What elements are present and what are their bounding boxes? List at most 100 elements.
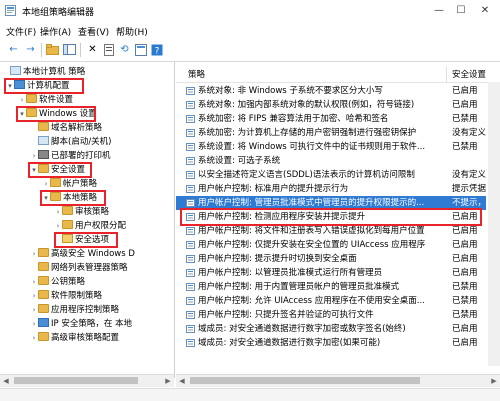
table-row[interactable]: 用户帐户控制: 检测应用程序安装并提示提升 已启用 (176, 210, 486, 224)
table-row[interactable]: 用户帐户控制: 只提升签名并验证的可执行文件 已禁用 (176, 308, 486, 322)
policy-setting-value: 已禁用 (452, 114, 478, 124)
table-row[interactable]: 系统设置: 将 Windows 可执行文件中的证书规则用于软件... 已禁用 (176, 140, 486, 154)
list-vertical-scrollbar[interactable] (488, 82, 500, 366)
table-row[interactable]: 用户帐户控制: 管理员批准模式中管理员的提升权限提示的... 不提示， (176, 196, 486, 210)
folder-icon (38, 276, 49, 285)
tree-item-computer-config[interactable]: ▾ 计算机配置 (6, 79, 70, 93)
tree-item-scripts[interactable]: 脚本(启动/关机) (30, 135, 112, 149)
folder-icon (62, 220, 73, 229)
properties-icon[interactable] (101, 42, 116, 57)
menu-action[interactable]: 操作(A) (40, 25, 71, 38)
table-row[interactable]: 用户帐户控制: 以管理员批准模式运行所有管理员 已启用 (176, 266, 486, 280)
minimize-button[interactable]: — (430, 3, 448, 18)
tree-item-app-control[interactable]: › 应用程序控制策略 (30, 303, 119, 317)
table-row[interactable]: 用户帐户控制: 用于内置管理员帐户的管理员批准模式 已禁用 (176, 280, 486, 294)
scroll-thumb[interactable] (14, 377, 138, 384)
chevron-right-icon[interactable]: › (18, 93, 26, 107)
policy-setting-icon (186, 325, 195, 333)
tree-item-software-restriction[interactable]: › 软件限制策略 (30, 289, 102, 303)
printer-icon (38, 150, 49, 159)
table-row[interactable]: 用户帐户控制: 标准用户的提升提示行为 提示凭据 (176, 182, 486, 196)
policy-setting-icon (186, 115, 195, 123)
tree-item-local-policies[interactable]: ▾ 本地策略 (42, 191, 97, 205)
tree-item-network-list-manager[interactable]: 网络列表管理器策略 (30, 261, 128, 275)
policy-setting-value: 不提示， (452, 198, 487, 208)
chevron-right-icon[interactable]: › (54, 205, 62, 219)
chevron-down-icon[interactable]: ▾ (42, 191, 50, 205)
tree-item-security-options[interactable]: 安全选项 (54, 233, 109, 247)
table-row[interactable]: 域成员: 对安全通道数据进行数字加密(如果可能) 已启用 (176, 336, 486, 350)
tree-item-public-key-policies[interactable]: › 公钥策略 (30, 275, 85, 289)
chevron-right-icon[interactable]: › (30, 247, 38, 261)
scroll-left-icon[interactable]: ◀ (0, 375, 12, 387)
table-row[interactable]: 系统加密: 将 FIPS 兼容算法用于加密、哈希和签名 已禁用 (176, 112, 486, 126)
scroll-right-icon[interactable]: ▶ (488, 375, 500, 387)
maximize-button[interactable]: ☐ (452, 3, 470, 18)
table-row[interactable]: 以安全描述符定义语言(SDDL)语法表示的计算机访问限制 没有定义 (176, 168, 486, 182)
tree-item-security-settings[interactable]: ▾ 安全设置 (30, 163, 85, 177)
tree-item-local-computer-policy[interactable]: 本地计算机 策略 (2, 65, 85, 79)
table-row[interactable]: 用户帐户控制: 提示提升时切换到安全桌面 已启用 (176, 252, 486, 266)
policy-setting-value: 提示凭据 (452, 184, 487, 194)
folder-icon (62, 206, 73, 215)
table-row[interactable]: 系统对象: 加强内部系统对象的默认权限(例如，符号链接) 已启用 (176, 98, 486, 112)
policy-setting-icon (186, 171, 195, 179)
chevron-right-icon[interactable]: › (30, 275, 38, 289)
policy-icon (10, 66, 21, 75)
tree-item-advanced-audit[interactable]: › 高级审核策略配置 (30, 331, 119, 345)
table-row[interactable]: 域成员: 对安全通道数据进行数字加密或数字签名(始终) 已启用 (176, 322, 486, 336)
table-row[interactable]: 用户帐户控制: 仅提升安装在安全位置的 UIAccess 应用程序 已启用 (176, 238, 486, 252)
tree-item-deployed-printers[interactable]: › 已部署的打印机 (30, 149, 111, 163)
tree-item-name-resolution-policy[interactable]: 域名解析策略 (30, 121, 102, 135)
table-row[interactable]: 用户帐户控制: 将文件和注册表写入错误虚拟化到每用户位置 已启用 (176, 224, 486, 238)
tree-item-account-policies[interactable]: › 帐户策略 (42, 177, 97, 191)
chevron-right-icon[interactable]: › (30, 303, 38, 317)
scroll-thumb[interactable] (190, 377, 420, 384)
scroll-right-icon[interactable]: ▶ (162, 375, 174, 387)
chevron-right-icon[interactable]: › (30, 289, 38, 303)
policy-name: 域成员: 对安全通道数据进行数字加密或数字签名(始终) (198, 324, 406, 334)
help-icon[interactable]: ? (149, 42, 164, 57)
chevron-right-icon[interactable]: › (30, 331, 38, 345)
chevron-right-icon[interactable]: › (30, 149, 38, 163)
tree-horizontal-scrollbar[interactable]: ◀ ▶ (0, 374, 174, 387)
column-divider[interactable] (446, 66, 447, 82)
policy-setting-value: 已启用 (452, 240, 478, 250)
policy-name: 系统加密: 为计算机上存储的用户密钥强制进行强密钥保护 (198, 128, 417, 138)
chevron-right-icon[interactable]: › (30, 317, 38, 331)
column-header-setting[interactable]: 安全设置 (452, 68, 486, 80)
table-row[interactable]: 系统设置: 可选子系统 (176, 154, 486, 168)
tree-item-windows-firewall[interactable]: › 高级安全 Windows D (30, 247, 135, 261)
table-row[interactable]: 系统加密: 为计算机上存储的用户密钥强制进行强密钥保护 没有定义 (176, 126, 486, 140)
folder-icon (38, 332, 49, 341)
column-header-policy[interactable]: 策略 (188, 68, 205, 80)
refresh-icon[interactable]: ⟲ (117, 42, 132, 57)
list-horizontal-scrollbar[interactable]: ◀ ▶ (176, 374, 500, 387)
chevron-down-icon[interactable]: ▾ (6, 79, 14, 93)
tree-item-user-rights[interactable]: › 用户权限分配 (54, 219, 126, 233)
tree-item-ip-security[interactable]: › IP 安全策略，在 本地 (30, 317, 132, 331)
tree-item-windows-settings[interactable]: ▾ Windows 设置 (18, 107, 97, 121)
chevron-down-icon[interactable]: ▾ (30, 163, 38, 177)
chevron-right-icon[interactable]: › (42, 177, 50, 191)
tree-item-software-settings[interactable]: › 软件设置 (18, 93, 73, 107)
menu-help[interactable]: 帮助(H) (116, 25, 148, 38)
show-hide-tree-icon[interactable] (62, 42, 77, 57)
table-row[interactable]: 用户帐户控制: 允许 UIAccess 应用程序在不使用安全桌面... 已禁用 (176, 294, 486, 308)
policy-setting-value: 已禁用 (452, 296, 478, 306)
scroll-left-icon[interactable]: ◀ (176, 375, 188, 387)
close-button[interactable]: ✕ (476, 3, 494, 18)
tree-item-audit-policy[interactable]: › 审核策略 (54, 205, 109, 219)
policy-name: 用户帐户控制: 管理员批准模式中管理员的提升权限提示的... (198, 198, 425, 208)
policy-name: 用户帐户控制: 用于内置管理员帐户的管理员批准模式 (198, 282, 400, 292)
chevron-down-icon[interactable]: ▾ (18, 107, 26, 121)
export-list-icon[interactable] (133, 42, 148, 57)
menu-view[interactable]: 查看(V) (78, 25, 109, 38)
chevron-right-icon[interactable]: › (54, 219, 62, 233)
menu-file[interactable]: 文件(F) (6, 25, 36, 38)
back-icon[interactable]: ← (6, 42, 21, 57)
forward-icon[interactable]: → (23, 42, 38, 57)
up-folder-icon[interactable] (45, 42, 60, 57)
delete-icon[interactable]: ✕ (85, 42, 100, 57)
table-row[interactable]: 系统对象: 非 Windows 子系统不要求区分大小写 已启用 (176, 84, 486, 98)
